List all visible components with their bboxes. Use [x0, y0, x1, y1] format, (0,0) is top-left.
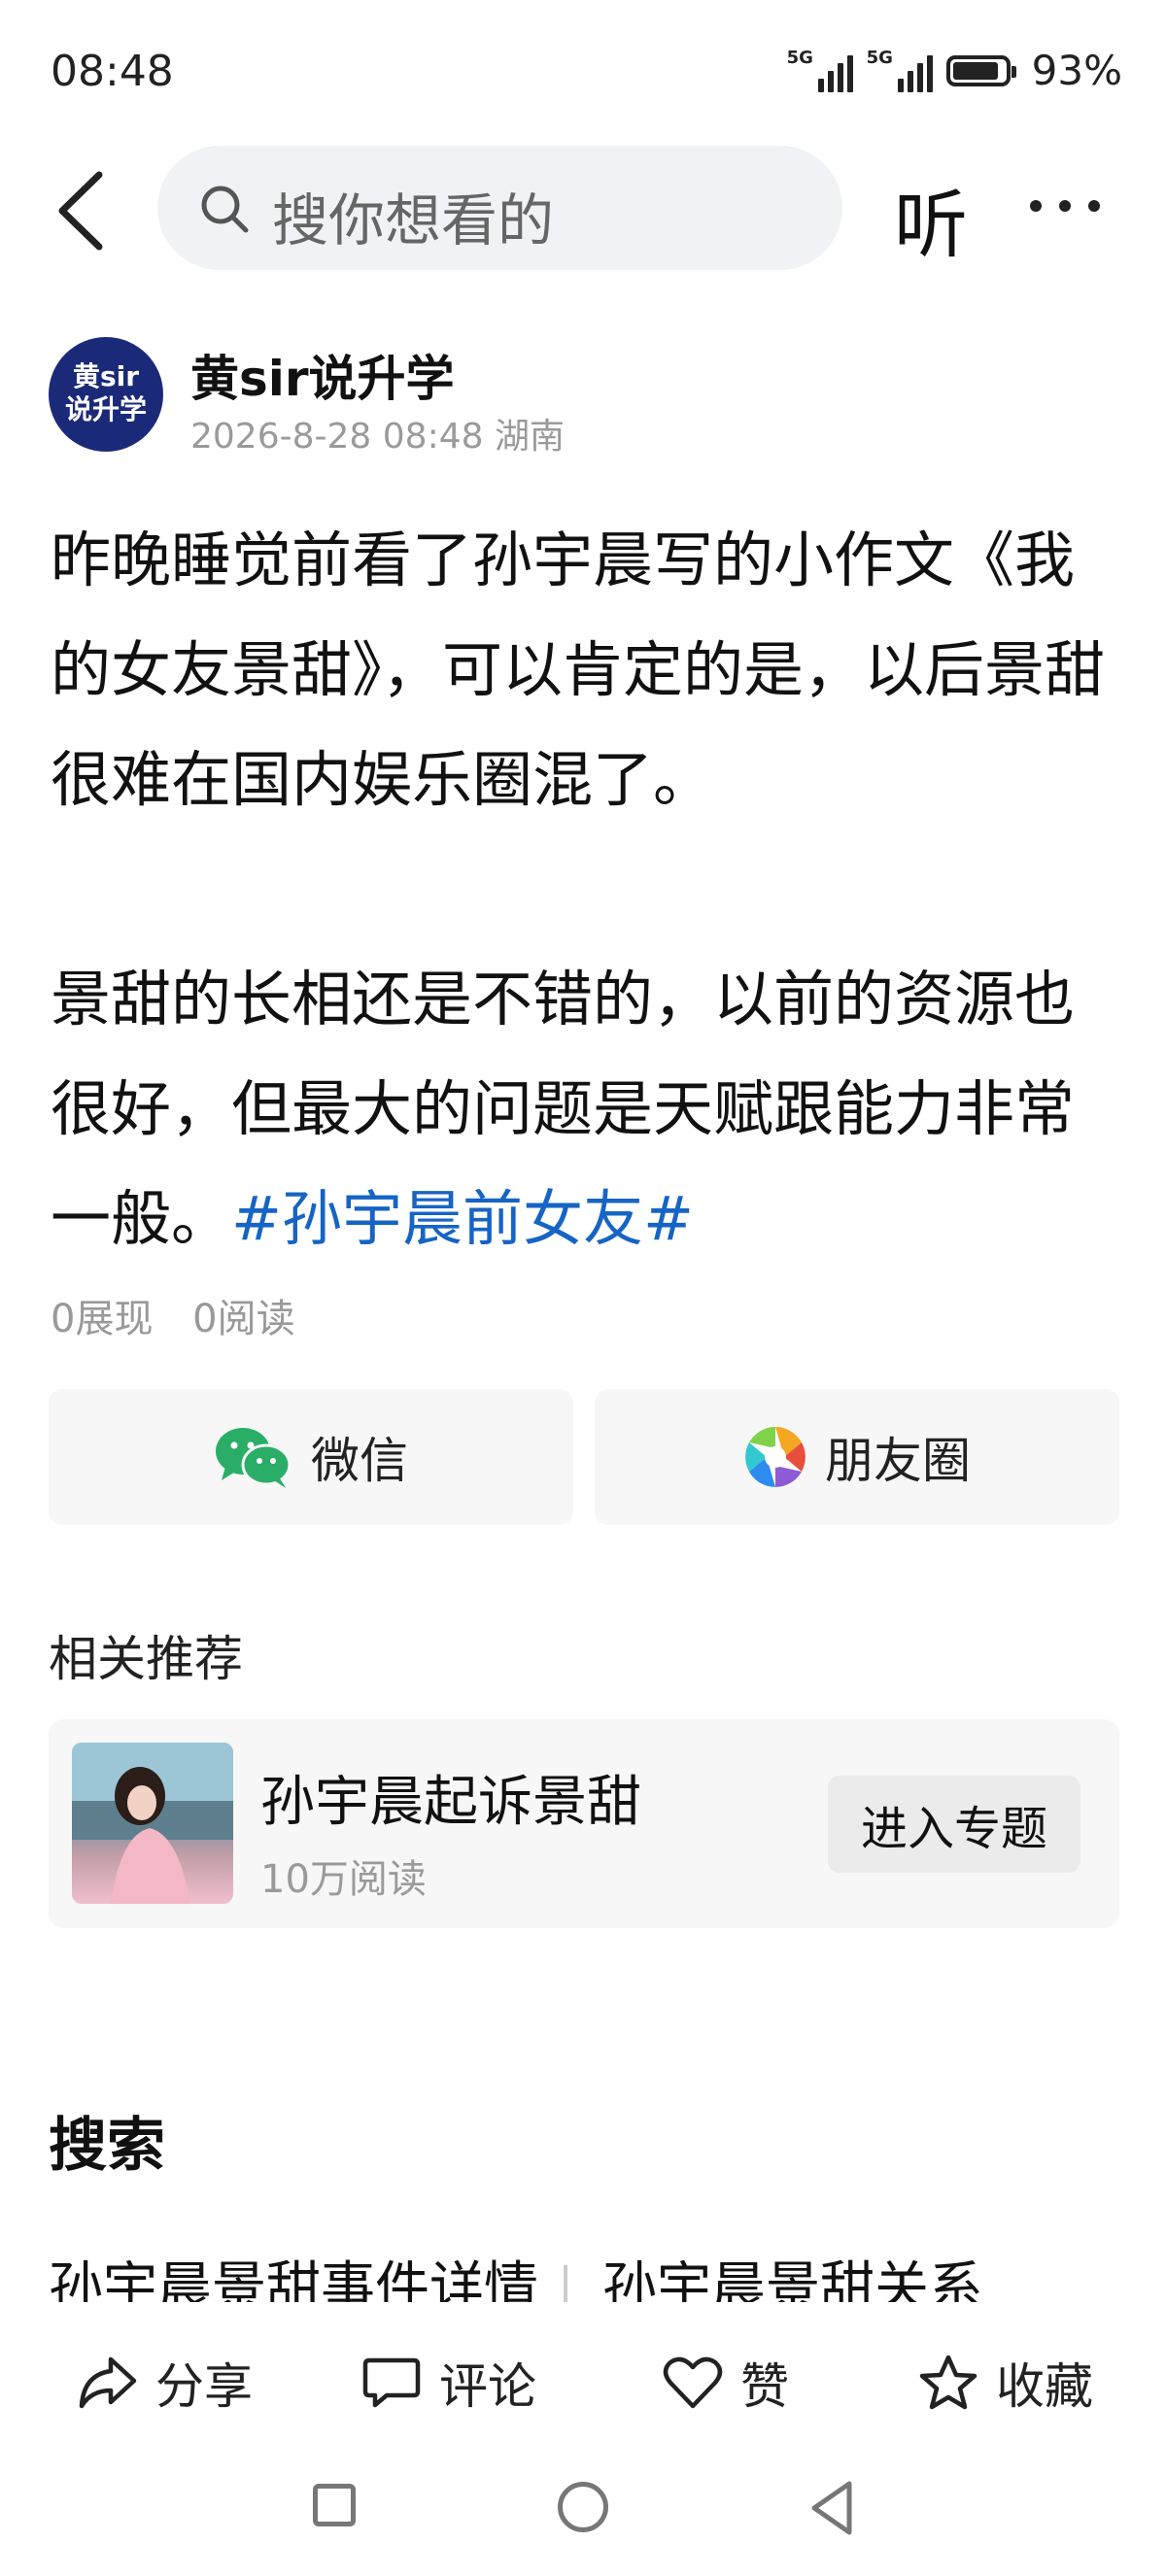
share-moments-label: 朋友圈	[825, 1433, 971, 1489]
search-placeholder: 搜你想看的	[272, 187, 555, 254]
related-topic-reads: 10万阅读	[260, 1857, 427, 1902]
battery-icon	[945, 54, 1016, 86]
bottom-action-bar: 分享 评论 赞 收藏	[0, 2317, 1166, 2443]
moments-icon	[745, 1427, 806, 1487]
share-label: 分享	[155, 2358, 253, 2415]
reads-count: 0阅读	[192, 1297, 295, 1341]
recent-apps-icon[interactable]	[313, 2484, 356, 2526]
favorite-button[interactable]: 收藏	[918, 2348, 1093, 2418]
avatar-text-line1: 黄sir	[72, 360, 140, 392]
search-suggestion[interactable]: 孙宇晨景甜关系	[602, 2244, 983, 2302]
search-suggestions: 孙宇晨景甜事件详情 孙宇晨景甜关系	[49, 2244, 983, 2302]
back-arrow-icon[interactable]	[49, 167, 117, 254]
network-type: 5G	[786, 47, 813, 68]
like-button[interactable]: 赞	[663, 2348, 789, 2418]
status-bar: 08:48 5G 5G 93%	[0, 0, 1166, 146]
favorite-label: 收藏	[996, 2358, 1093, 2415]
related-topic-card[interactable]: 孙宇晨起诉景甜 10万阅读 进入专题	[49, 1719, 1119, 1928]
system-back-icon[interactable]	[808, 2480, 855, 2536]
signal-icon: 5G	[786, 47, 853, 92]
search-input[interactable]: 搜你想看的	[157, 146, 842, 270]
top-nav: 搜你想看的 听	[0, 146, 1166, 272]
signal-icon: 5G	[866, 47, 933, 92]
article-body: 昨晚睡觉前看了孙宇晨写的小作文《我的女友景甜》，可以肯定的是，以后景甜很难在国内…	[51, 505, 1129, 1273]
share-moments-button[interactable]: 朋友圈	[595, 1389, 1119, 1525]
related-section-title: 相关推荐	[49, 1631, 243, 1687]
status-time: 08:48	[51, 47, 174, 96]
comment-button[interactable]: 评论	[361, 2348, 536, 2418]
avatar[interactable]: 黄sir 说升学	[49, 337, 163, 452]
article-paragraph: 景甜的长相还是不错的，以前的资源也很好，但最大的问题是天赋跟能力非常一般。#孙宇…	[51, 944, 1129, 1273]
article-stats: 0展现 0阅读	[51, 1287, 323, 1343]
comment-icon	[362, 2357, 421, 2408]
share-wechat-label: 微信	[311, 1433, 408, 1489]
wechat-icon	[216, 1428, 292, 1488]
like-label: 赞	[740, 2358, 789, 2415]
enter-topic-button[interactable]: 进入专题	[828, 1776, 1080, 1873]
author-name[interactable]: 黄sir说升学	[190, 340, 455, 410]
share-icon	[79, 2356, 137, 2409]
heart-icon	[663, 2356, 723, 2409]
divider	[564, 2265, 567, 2302]
hashtag-link[interactable]: #孙宇晨前女友#	[231, 1183, 694, 1254]
impressions-count: 0展现	[51, 1297, 154, 1341]
share-button[interactable]: 分享	[78, 2348, 253, 2418]
search-section-title: 搜索	[49, 2112, 165, 2180]
home-icon[interactable]	[558, 2482, 608, 2532]
status-indicators: 5G 5G 93%	[787, 47, 1122, 94]
related-thumbnail	[72, 1743, 233, 1904]
related-topic-title: 孙宇晨起诉景甜	[260, 1771, 641, 1834]
star-icon	[919, 2355, 977, 2410]
avatar-text-line2: 说升学	[64, 393, 147, 425]
network-type: 5G	[866, 47, 893, 68]
article-paragraph: 昨晚睡觉前看了孙宇晨写的小作文《我的女友景甜》，可以肯定的是，以后景甜很难在国内…	[51, 525, 1106, 815]
battery-percent: 93%	[1031, 47, 1122, 94]
system-nav-bar	[0, 2462, 1166, 2576]
more-options-icon[interactable]	[1030, 200, 1100, 212]
search-icon	[201, 186, 249, 233]
post-meta: 2026-8-28 08:48 湖南	[190, 417, 565, 457]
share-wechat-button[interactable]: 微信	[49, 1389, 573, 1525]
search-suggestion[interactable]: 孙宇晨景甜事件详情	[49, 2244, 538, 2302]
comment-label: 评论	[439, 2358, 536, 2415]
listen-button[interactable]: 听	[894, 165, 968, 272]
